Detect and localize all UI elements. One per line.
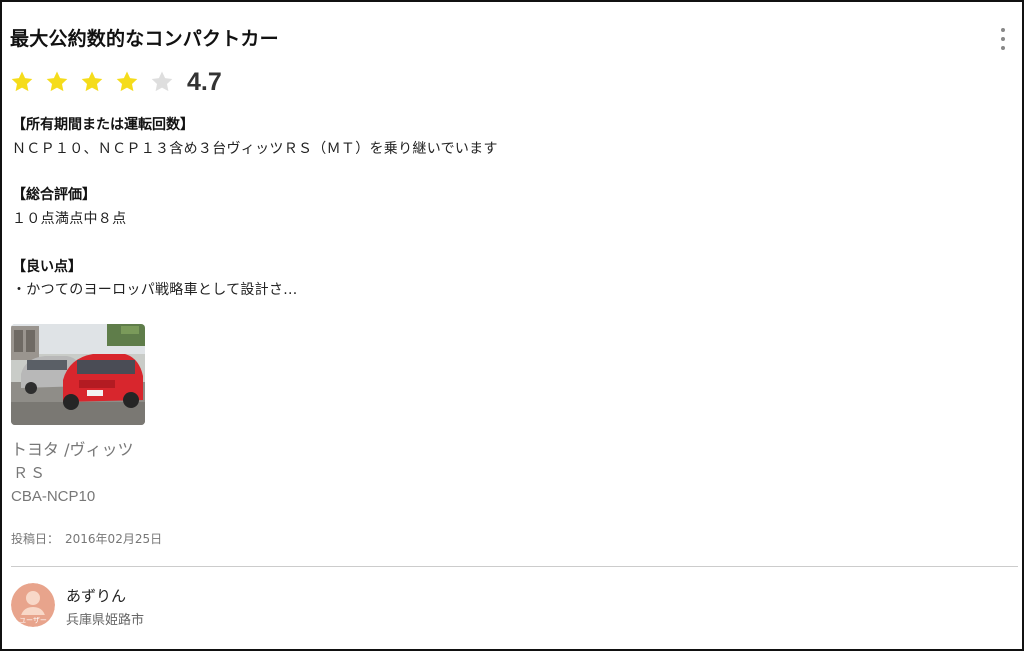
section-label-overall: 【総合評価】 [12,187,96,203]
review-card: 最大公約数的なコンパクトカー 4.7 【所有期間または運転回数】 ＮＣＰ１０、Ｎ… [0,0,1024,651]
car-grade: ＲＳ [13,464,48,482]
car-photo[interactable] [11,324,145,425]
avatar-label: ユーザー [19,617,47,625]
star-icon [81,71,103,92]
user-location: 兵庫県姫路市 [66,613,145,628]
rating-value: 4.7 [187,67,222,96]
post-date-label: 投稿日： [11,532,60,546]
section-text-overall: １０点満点中８点 [12,211,127,227]
rating: 4.7 [10,66,222,98]
car-maker-model-link[interactable]: トヨタ /ヴィッツ [11,436,133,460]
section-text-good-points[interactable]: ・かつてのヨーロッパ戦略車として設計さ... [12,279,298,299]
post-date: 投稿日： 2016年02月25日 [11,530,162,547]
more-options-button[interactable] [992,26,1014,52]
review-title: 最大公約数的なコンパクトカー [10,28,279,50]
star-icon [116,71,138,92]
section-label-good-points: 【良い点】 [12,259,82,275]
car-photo-image [11,324,145,425]
divider [11,566,1018,567]
more-vertical-icon [1001,28,1005,32]
star-icon [46,71,68,92]
car-model-code: CBA-NCP10 [11,488,96,505]
user-avatar-icon: ユーザー [11,583,55,627]
user-name-link[interactable]: あずりん [66,585,126,606]
avatar[interactable]: ユーザー [11,583,55,627]
section-text-ownership: ＮＣＰ１０、ＮＣＰ１３含め３台ヴィッツＲＳ（ＭＴ）を乗り継いでいます [12,141,498,157]
section-label-ownership: 【所有期間または運転回数】 [12,117,194,133]
star-empty-icon [151,71,173,92]
post-date-value: 2016年02月25日 [65,532,163,546]
star-icon [11,71,33,92]
